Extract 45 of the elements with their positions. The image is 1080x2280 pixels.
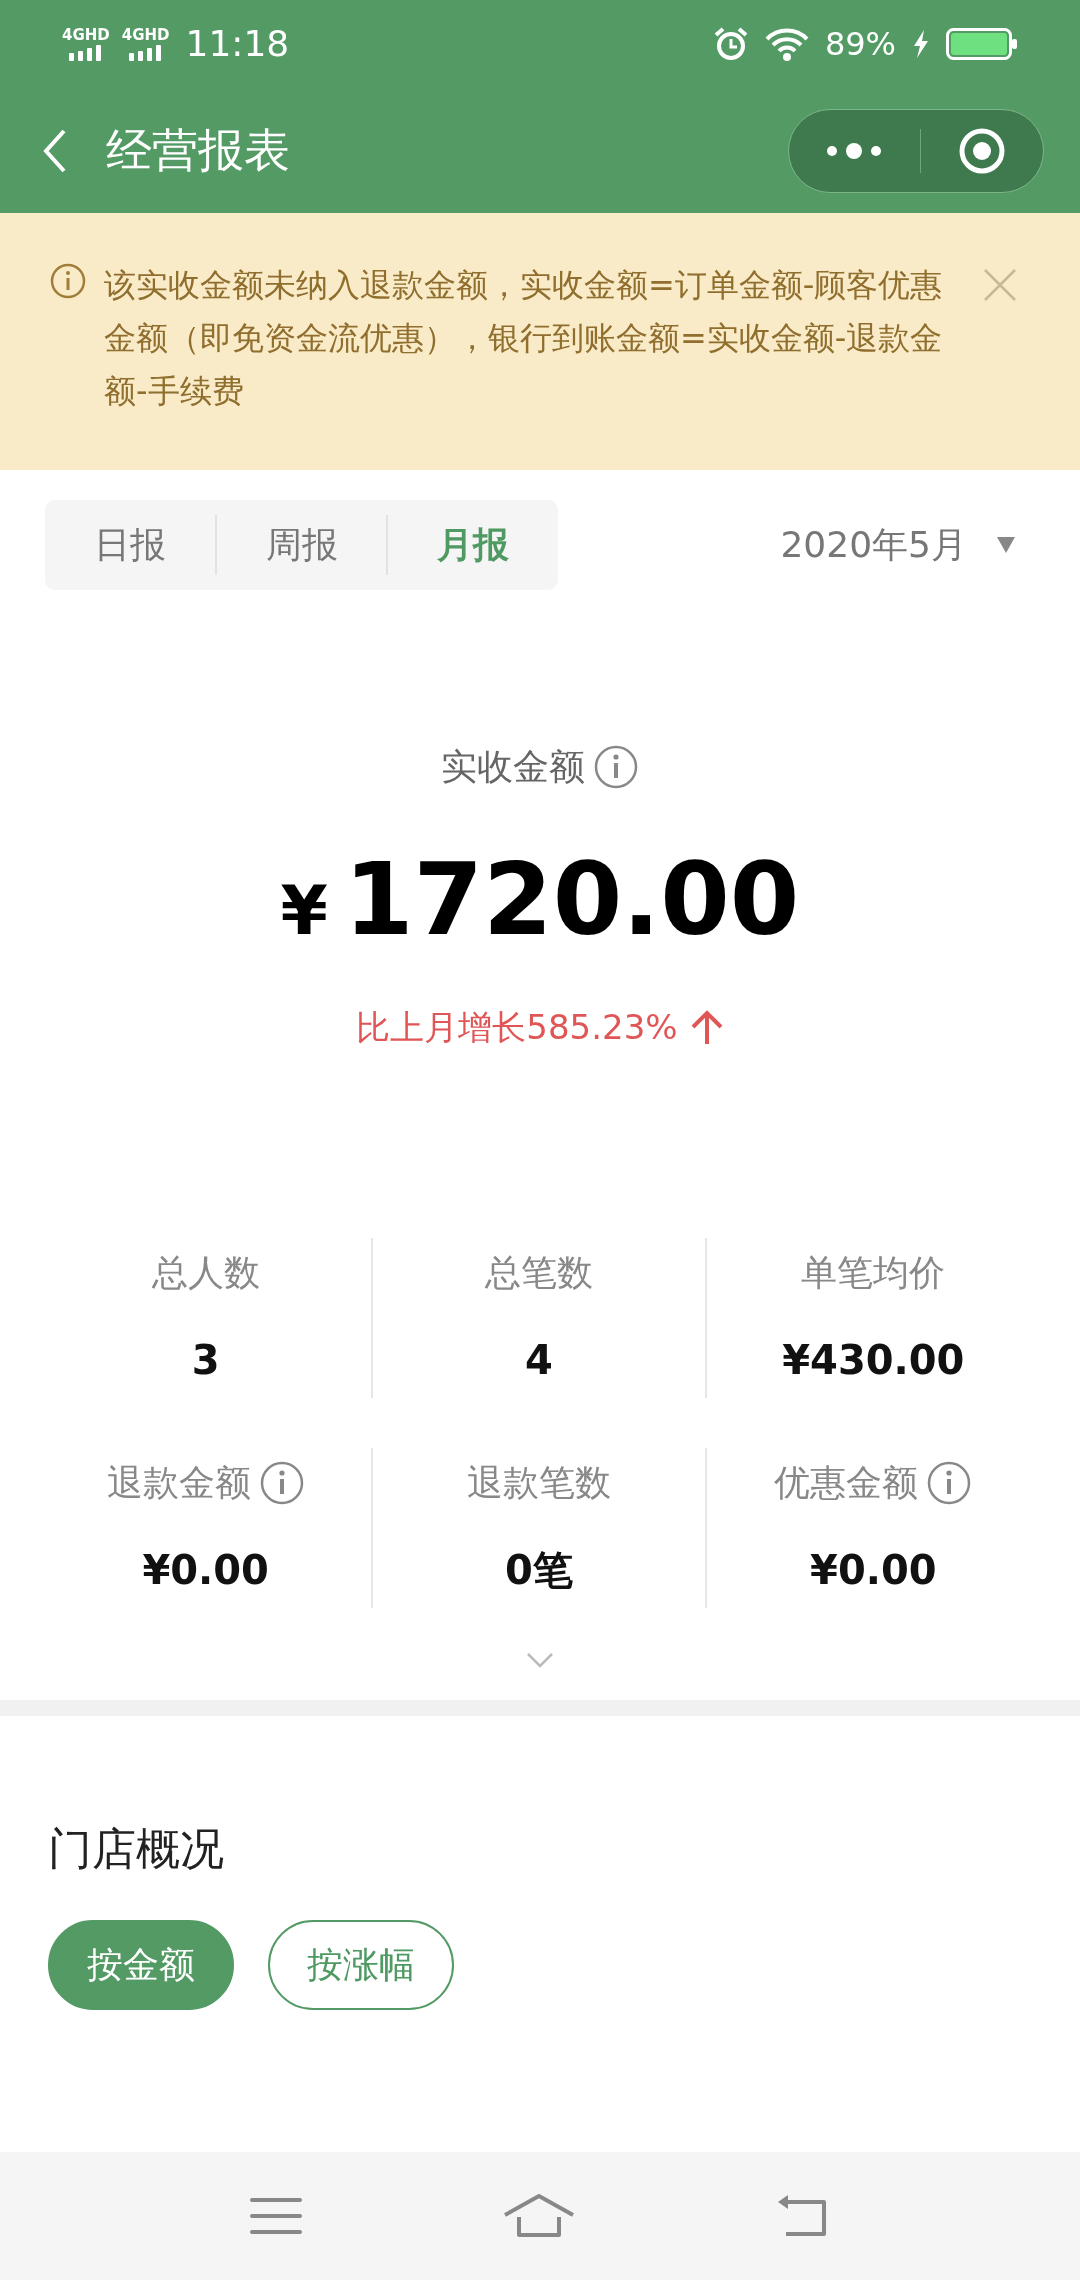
dropdown-icon xyxy=(997,537,1015,553)
growth-text: 比上月增长585.23% xyxy=(356,1006,678,1049)
stat-label: 总人数 xyxy=(151,1251,260,1295)
stat-value: 4 xyxy=(525,1336,553,1385)
signal-icon xyxy=(127,42,164,61)
battery-icon xyxy=(946,28,1018,60)
month-picker[interactable]: 2020年5月 xyxy=(780,518,1035,572)
stat-value: 3 xyxy=(191,1336,220,1385)
report-tab[interactable]: 月报 xyxy=(388,518,558,572)
signal-icon xyxy=(67,42,104,61)
expand-icon[interactable] xyxy=(526,1652,554,1668)
network-label: 4GHD xyxy=(121,27,170,43)
up-arrow-icon xyxy=(689,1009,724,1046)
alarm-icon xyxy=(712,26,749,62)
section-title: 门店概况 xyxy=(48,1822,225,1876)
info-icon[interactable] xyxy=(593,744,639,790)
stat-label: 退款笔数 xyxy=(467,1461,611,1505)
stat-value: ¥0.00 xyxy=(810,1546,937,1595)
info-icon[interactable] xyxy=(258,1460,305,1506)
info-icon xyxy=(50,263,86,299)
menu-icon[interactable] xyxy=(250,2196,303,2236)
stat-value: ¥430.00 xyxy=(782,1336,965,1385)
filter-button[interactable]: 按金额 xyxy=(48,1920,234,2010)
network-label: 4GHD xyxy=(62,27,110,43)
report-tab[interactable]: 日报 xyxy=(45,518,215,572)
filter-button[interactable]: 按涨幅 xyxy=(268,1920,454,2010)
more-icon[interactable] xyxy=(826,142,883,159)
close-miniprogram-icon[interactable] xyxy=(957,126,1006,175)
stat-value: 0笔 xyxy=(505,1546,573,1595)
revenue-amount: ¥ 1720.00 xyxy=(280,850,800,960)
charging-icon xyxy=(912,30,930,58)
page-title: 经营报表 xyxy=(106,122,290,179)
wifi-icon xyxy=(764,27,809,61)
status-time: 11:18 xyxy=(185,22,290,66)
battery-percent: 89% xyxy=(824,24,896,65)
report-tab[interactable]: 周报 xyxy=(216,518,387,572)
metric-label: 实收金额 xyxy=(441,745,585,789)
stat-label: 退款金额 xyxy=(106,1461,251,1505)
stat-label: 优惠金额 xyxy=(774,1461,919,1505)
notice-text: 该实收金额未纳入退款金额，实收金额=订单金额-顾客优惠金额（即免资金流优惠），银行到账金额=实收金额-退款金额-手续费 xyxy=(104,265,944,412)
home-icon[interactable] xyxy=(503,2193,575,2239)
stat-label: 单笔均价 xyxy=(801,1251,946,1295)
info-icon[interactable] xyxy=(926,1460,973,1506)
stat-label: 总笔数 xyxy=(485,1251,593,1295)
stat-value: ¥0.00 xyxy=(142,1546,269,1595)
